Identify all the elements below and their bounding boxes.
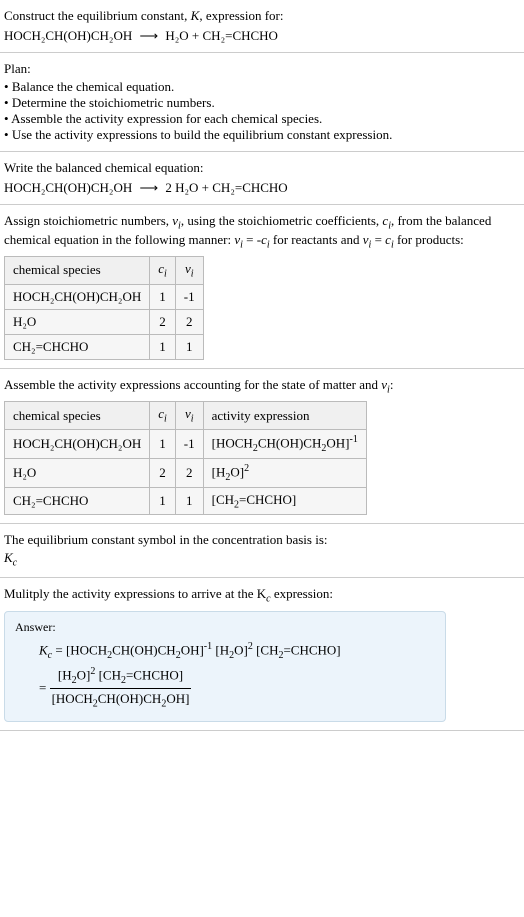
col-activity: activity expression (203, 402, 366, 430)
fraction-denominator: [HOCH2CH(OH)CH2OH] (50, 689, 192, 713)
plan-section: Plan: Balance the chemical equation. Det… (0, 53, 524, 152)
table-row: HOCH₂CH(OH)CH₂OH 1 -1 [HOCH2CH(OH)CH2OH]… (5, 429, 367, 458)
unbalanced-equation: HOCH₂CH(OH)CH₂OH ⟶ H₂O + CH₂=CHCHO (4, 28, 520, 44)
answer-label: Answer: (15, 620, 435, 635)
plan-item: Balance the chemical equation. (4, 79, 520, 95)
kc-symbol-text: The equilibrium constant symbol in the c… (4, 532, 520, 548)
balanced-equation: HOCH₂CH(OH)CH₂OH ⟶ 2 H₂O + CH₂=CHCHO (4, 180, 520, 196)
cell-activity: [HOCH2CH(OH)CH2OH]-1 (203, 429, 366, 458)
table-row: H₂O 2 2 (5, 309, 204, 334)
cell-ci: 2 (150, 309, 176, 334)
cell-ci: 2 (150, 458, 176, 487)
cell-activity: [H2O]2 (203, 458, 366, 487)
kc-symbol-section: The equilibrium constant symbol in the c… (0, 524, 524, 578)
cell-species: H₂O (5, 458, 150, 487)
plan-heading: Plan: (4, 61, 520, 77)
stoich-text: Assign stoichiometric numbers, νi, using… (4, 213, 520, 250)
eq-lhs: HOCH₂CH(OH)CH₂OH (4, 28, 132, 43)
cell-nui: 2 (175, 458, 203, 487)
eq-rhs: 2 H₂O + CH₂=CHCHO (165, 180, 287, 195)
answer-line1: Kc = [HOCH2CH(OH)CH2OH]-1 [H2O]2 [CH2=CH… (39, 639, 435, 664)
cell-nui: 2 (175, 309, 203, 334)
table-row: H₂O 2 2 [H2O]2 (5, 458, 367, 487)
cell-species: H₂O (5, 309, 150, 334)
balanced-heading: Write the balanced chemical equation: (4, 160, 520, 176)
cell-species: HOCH₂CH(OH)CH₂OH (5, 429, 150, 458)
activity-section: Assemble the activity expressions accoun… (0, 369, 524, 525)
answer-section: Mulitply the activity expressions to arr… (0, 578, 524, 731)
symbol-k: K (4, 550, 13, 565)
plan-list: Balance the chemical equation. Determine… (4, 79, 520, 143)
cell-nui: -1 (175, 284, 203, 309)
cell-ci: 1 (150, 487, 176, 515)
cell-species: CH₂=CHCHO (5, 334, 150, 359)
prompt-text: Construct the equilibrium constant, K, e… (4, 8, 520, 24)
table-header-row: chemical species ci νi activity expressi… (5, 402, 367, 430)
table-row: CH₂=CHCHO 1 1 [CH2=CHCHO] (5, 487, 367, 515)
symbol-c: c (13, 558, 17, 569)
col-species: chemical species (5, 257, 150, 285)
cell-nui: -1 (175, 429, 203, 458)
prompt-section: Construct the equilibrium constant, K, e… (0, 0, 524, 53)
stoich-table: chemical species ci νi HOCH₂CH(OH)CH₂OH … (4, 256, 204, 360)
cell-nui: 1 (175, 334, 203, 359)
cell-ci: 1 (150, 334, 176, 359)
col-ci: ci (150, 402, 176, 430)
cell-nui: 1 (175, 487, 203, 515)
col-species: chemical species (5, 402, 150, 430)
kc-symbol: Kc (4, 550, 520, 569)
activity-heading: Assemble the activity expressions accoun… (4, 377, 520, 396)
col-nui: νi (175, 402, 203, 430)
fraction-numerator: [H2O]2 [CH2=CHCHO] (50, 664, 192, 690)
table-row: CH₂=CHCHO 1 1 (5, 334, 204, 359)
answer-box: Answer: Kc = [HOCH2CH(OH)CH2OH]-1 [H2O]2… (4, 611, 446, 722)
answer-fraction: [H2O]2 [CH2=CHCHO] [HOCH2CH(OH)CH2OH] (50, 664, 192, 714)
cell-ci: 1 (150, 284, 176, 309)
eq-rhs: H₂O + CH₂=CHCHO (165, 28, 278, 43)
col-nui: νi (175, 257, 203, 285)
multiply-text: Mulitply the activity expressions to arr… (4, 586, 520, 605)
balanced-section: Write the balanced chemical equation: HO… (0, 152, 524, 205)
col-ci: ci (150, 257, 176, 285)
cell-ci: 1 (150, 429, 176, 458)
stoich-section: Assign stoichiometric numbers, νi, using… (0, 205, 524, 369)
cell-species: CH₂=CHCHO (5, 487, 150, 515)
reaction-arrow: ⟶ (139, 28, 158, 44)
plan-item: Use the activity expressions to build th… (4, 127, 520, 143)
activity-table: chemical species ci νi activity expressi… (4, 401, 367, 515)
cell-activity: [CH2=CHCHO] (203, 487, 366, 515)
eq-lhs: HOCH₂CH(OH)CH₂OH (4, 180, 132, 195)
table-row: HOCH₂CH(OH)CH₂OH 1 -1 (5, 284, 204, 309)
table-header-row: chemical species ci νi (5, 257, 204, 285)
reaction-arrow: ⟶ (139, 180, 158, 196)
plan-item: Assemble the activity expression for eac… (4, 111, 520, 127)
plan-item: Determine the stoichiometric numbers. (4, 95, 520, 111)
cell-species: HOCH₂CH(OH)CH₂OH (5, 284, 150, 309)
answer-line2: = [H2O]2 [CH2=CHCHO] [HOCH2CH(OH)CH2OH] (39, 664, 435, 714)
